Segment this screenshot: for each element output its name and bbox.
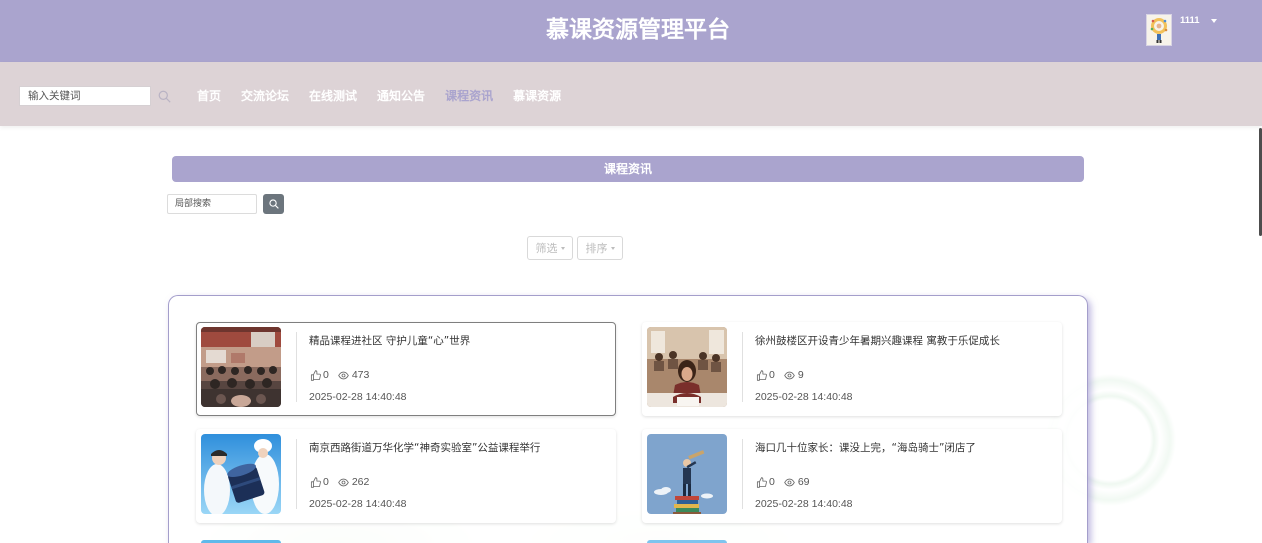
- sort-button[interactable]: 排序: [577, 236, 623, 260]
- nav-item-mooc-resources[interactable]: 慕课资源: [513, 86, 561, 106]
- view-count: 9: [797, 369, 804, 381]
- news-date: 2025-02-28 14:40:48: [309, 498, 407, 510]
- news-item[interactable]: 精品课程进社区 守护儿童“心”世界 0 473 2025-02-28 14:40…: [196, 322, 616, 416]
- news-title[interactable]: 海口几十位家长：课没上完，“海岛骑士”闭店了: [755, 440, 1055, 456]
- nav-item-forum[interactable]: 交流论坛: [241, 86, 289, 106]
- news-date: 2025-02-28 14:40:48: [309, 391, 407, 403]
- news-stats: 0 262: [310, 474, 369, 490]
- news-stats: 0 473: [310, 367, 369, 383]
- item-divider: [742, 439, 743, 509]
- news-thumbnail[interactable]: [647, 434, 727, 514]
- filter-label: 筛选: [535, 242, 558, 255]
- thumbs-up-icon: [310, 369, 321, 381]
- search-input[interactable]: [19, 86, 151, 106]
- nav-item-notices[interactable]: 通知公告: [377, 86, 425, 106]
- news-title[interactable]: 精品课程进社区 守护儿童“心”世界: [309, 333, 609, 349]
- news-item[interactable]: 海口几十位家长：课没上完，“海岛骑士”闭店了 0 69 2025-02-28 1…: [642, 429, 1062, 523]
- nav-item-course-news[interactable]: 课程资讯: [445, 86, 493, 106]
- nav-bar: 首页 交流论坛 在线测试 通知公告 课程资讯 慕课资源: [0, 62, 1262, 126]
- eye-icon: [784, 478, 795, 487]
- search-icon: [268, 199, 279, 209]
- eye-icon: [784, 371, 795, 380]
- eye-icon: [338, 371, 349, 380]
- thumbs-up-icon: [756, 369, 767, 381]
- filter-button[interactable]: 筛选: [527, 236, 573, 260]
- nav-item-home[interactable]: 首页: [197, 86, 221, 106]
- news-stats: 0 69: [756, 474, 810, 490]
- news-thumbnail[interactable]: [201, 434, 281, 514]
- top-header: 慕课资源管理平台 1111: [0, 0, 1262, 62]
- news-thumbnail[interactable]: [647, 327, 727, 407]
- eye-icon: [338, 478, 349, 487]
- news-list-card: 精品课程进社区 守护儿童“心”世界 0 473 2025-02-28 14:40…: [168, 295, 1088, 543]
- page-title: 课程资讯: [172, 156, 1084, 182]
- news-thumbnail[interactable]: [201, 327, 281, 407]
- local-search-button[interactable]: [263, 194, 284, 214]
- search-icon[interactable]: [158, 90, 171, 103]
- view-count: 473: [351, 369, 370, 381]
- news-title[interactable]: 南京西路街道万华化学“神奇实验室”公益课程举行: [309, 440, 609, 456]
- news-item[interactable]: 徐州鼓楼区开设青少年暑期兴趣课程 寓教于乐促成长 0 9 2025-02-28 …: [642, 322, 1062, 416]
- view-count: 262: [351, 476, 370, 488]
- item-divider: [296, 332, 297, 402]
- news-stats: 0 9: [756, 367, 804, 383]
- main-nav: 首页 交流论坛 在线测试 通知公告 课程资讯 慕课资源: [197, 86, 561, 106]
- caret-down-icon: [560, 246, 565, 250]
- view-count: 69: [797, 476, 810, 488]
- item-divider: [742, 332, 743, 402]
- item-divider: [296, 439, 297, 509]
- news-date: 2025-02-28 14:40:48: [755, 498, 853, 510]
- thumbs-up-icon: [310, 476, 321, 488]
- caret-down-icon[interactable]: [1211, 19, 1217, 23]
- local-search-input[interactable]: [167, 194, 257, 214]
- news-date: 2025-02-28 14:40:48: [755, 391, 853, 403]
- avatar[interactable]: [1146, 14, 1172, 46]
- caret-down-icon: [610, 246, 615, 250]
- username[interactable]: 1111: [1180, 14, 1200, 28]
- news-title[interactable]: 徐州鼓楼区开设青少年暑期兴趣课程 寓教于乐促成长: [755, 333, 1055, 349]
- like-count: 0: [323, 369, 329, 381]
- like-count: 0: [323, 476, 329, 488]
- news-item[interactable]: 南京西路街道万华化学“神奇实验室”公益课程举行 0 262 2025-02-28…: [196, 429, 616, 523]
- like-count: 0: [769, 476, 775, 488]
- site-title: 慕课资源管理平台: [546, 17, 730, 43]
- thumbs-up-icon: [756, 476, 767, 488]
- nav-item-online-test[interactable]: 在线测试: [309, 86, 357, 106]
- sort-label: 排序: [585, 242, 608, 255]
- like-count: 0: [769, 369, 775, 381]
